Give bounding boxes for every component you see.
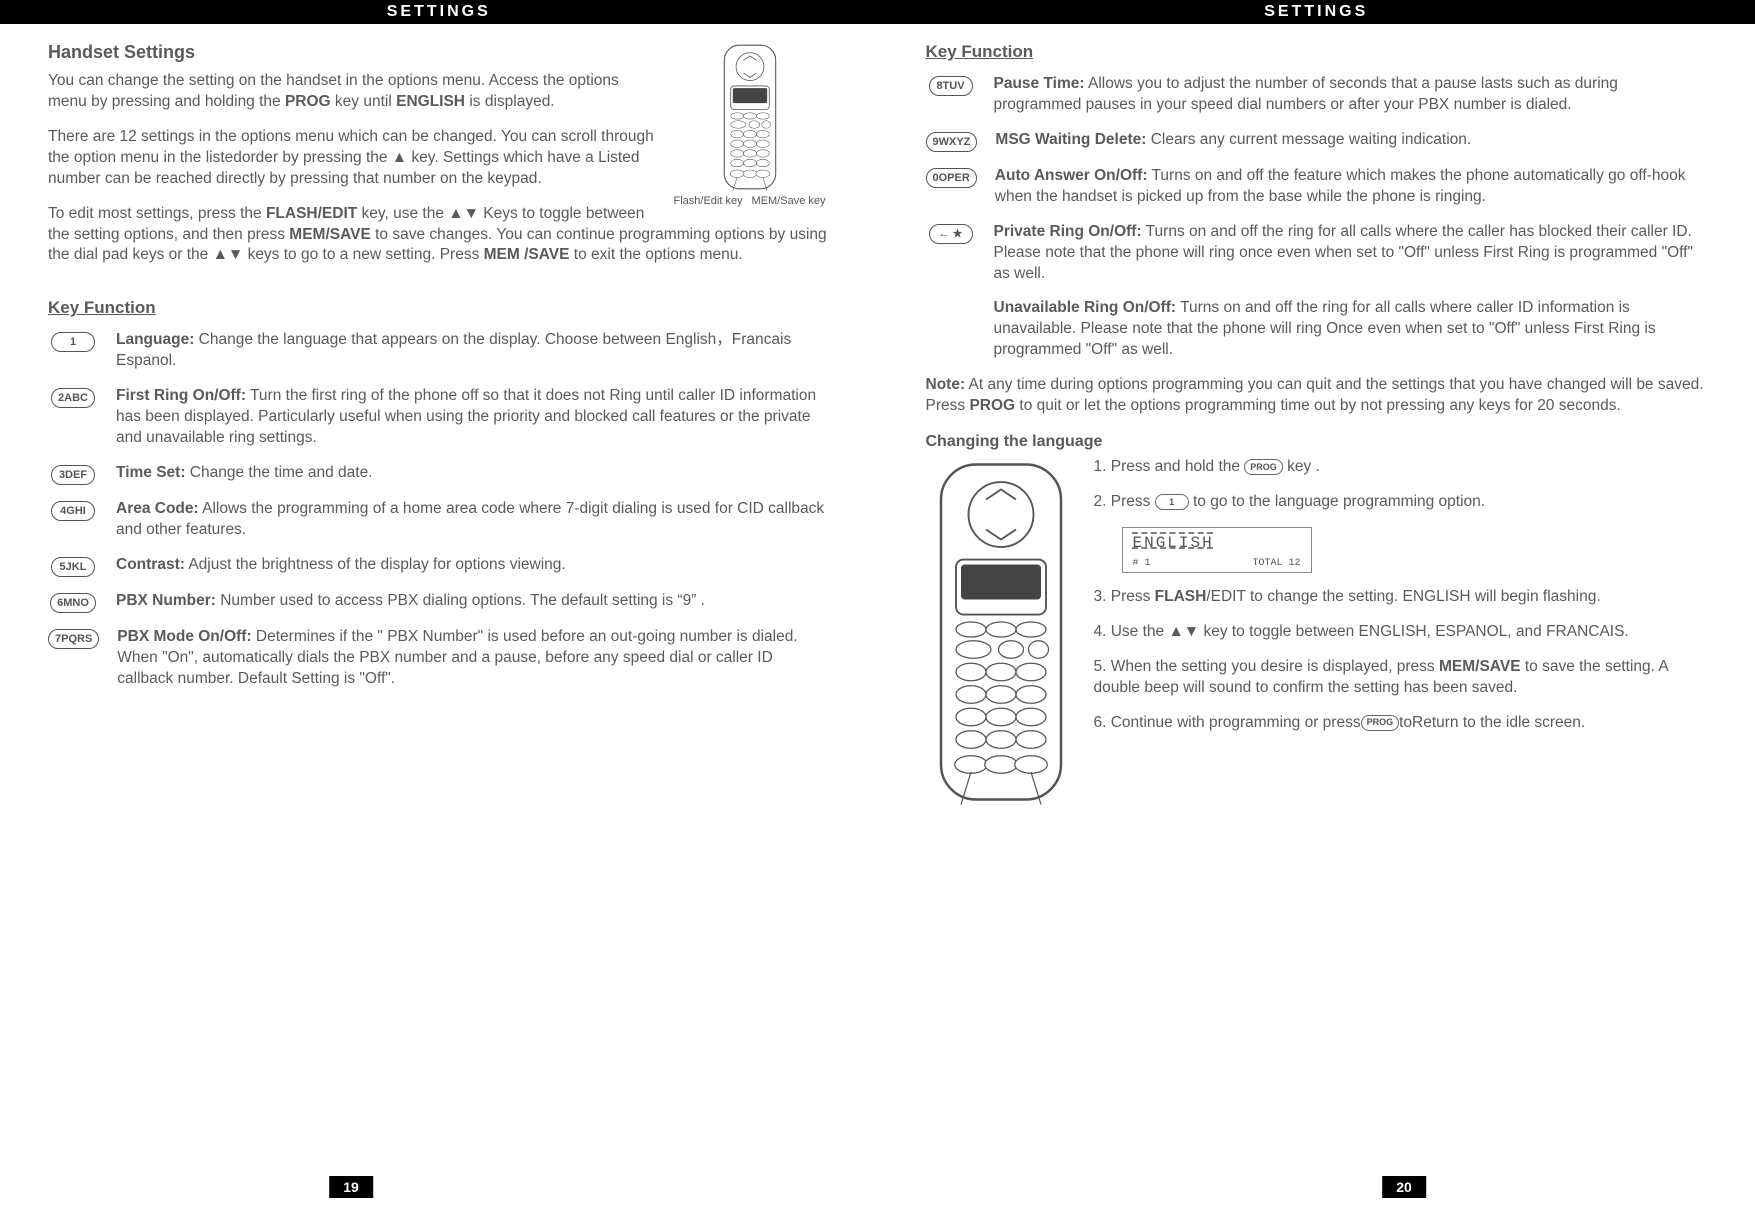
handset-illustration-left: Flash/Edit key MEM/Save key xyxy=(670,42,830,207)
key-item-1: 1 Language: Change the language that app… xyxy=(48,330,830,372)
page-20: SETTINGS Key Function 8TUV Pause Time: A… xyxy=(878,0,1755,1218)
key-function-heading-right: Key Function xyxy=(926,42,1708,62)
key-item-8: 8TUV Pause Time: Allows you to adjust th… xyxy=(926,74,1708,116)
keypad-3-icon: 3DEF xyxy=(51,465,95,485)
step-3: 3. Press FLASH/EDIT to change the settin… xyxy=(1094,587,1708,608)
key-function-heading-left: Key Function xyxy=(48,298,830,318)
keypad-1-inline-icon: 1 xyxy=(1155,494,1189,510)
page-19: SETTINGS Flash/Edit key MEM/Save key Han… xyxy=(0,0,878,1218)
step-6: 6. Continue with programming or pressPRO… xyxy=(1094,713,1708,734)
key-item-3: 3DEF Time Set: Change the time and date. xyxy=(48,463,830,485)
key-item-5: 5JKL Contrast: Adjust the brightness of … xyxy=(48,555,830,577)
handset-display-mock: ENGLISH # 1TOTAL 12 xyxy=(1122,527,1312,573)
key-item-6: 6MNO PBX Number: Number used to access P… xyxy=(48,591,830,613)
keypad-star-icon: ← ★ xyxy=(929,224,973,244)
key-item-unavail: Unavailable Ring On/Off: Turns on and of… xyxy=(926,298,1708,361)
key-item-4: 4GHI Area Code: Allows the programming o… xyxy=(48,499,830,541)
manual-spread: SETTINGS Flash/Edit key MEM/Save key Han… xyxy=(0,0,1755,1218)
key-item-7: 7PQRS PBX Mode On/Off: Determines if the… xyxy=(48,627,830,690)
key-function-list-right: 8TUV Pause Time: Allows you to adjust th… xyxy=(926,74,1708,361)
keypad-4-icon: 4GHI xyxy=(51,501,95,521)
header-bar-right: SETTINGS xyxy=(878,0,1755,24)
keypad-0-icon: 0OPER xyxy=(926,168,977,188)
mem-save-key-label: MEM/Save key xyxy=(752,195,826,207)
step-5: 5. When the setting you desire is displa… xyxy=(1094,657,1708,699)
keypad-5-icon: 5JKL xyxy=(51,557,95,577)
keypad-6-icon: 6MNO xyxy=(50,593,96,613)
key-item-2: 2ABC First Ring On/Off: Turn the first r… xyxy=(48,386,830,449)
key-item-9: 9WXYZ MSG Waiting Delete: Clears any cur… xyxy=(926,130,1708,152)
key-function-list-left: 1 Language: Change the language that app… xyxy=(48,330,830,689)
keypad-2-icon: 2ABC xyxy=(51,388,95,408)
step-2: 2. Press 1 to go to the language program… xyxy=(1094,492,1708,513)
language-steps: 1. Press and hold the PROG key . 2. Pres… xyxy=(1094,457,1708,747)
prog-key-icon-2: PROG xyxy=(1361,715,1400,731)
key-item-0: 0OPER Auto Answer On/Off: Turns on and o… xyxy=(926,166,1708,208)
key-item-star: ← ★ Private Ring On/Off: Turns on and of… xyxy=(926,222,1708,285)
keypad-8-icon: 8TUV xyxy=(929,76,973,96)
changing-language-heading: Changing the language xyxy=(926,433,1708,451)
intro-paragraph-3: To edit most settings, press the FLASH/E… xyxy=(48,204,830,267)
handset-illustration-right xyxy=(926,457,1076,812)
step-4: 4. Use the ▲▼ key to toggle between ENGL… xyxy=(1094,622,1708,643)
keypad-1-icon: 1 xyxy=(51,332,95,352)
page-number-19: 19 xyxy=(329,1176,373,1198)
keypad-7-icon: 7PQRS xyxy=(48,629,99,649)
page-number-20: 20 xyxy=(1382,1176,1426,1198)
step-1: 1. Press and hold the PROG key . xyxy=(1094,457,1708,478)
prog-key-icon: PROG xyxy=(1244,459,1283,475)
note-paragraph: Note: At any time during options program… xyxy=(926,375,1708,417)
flash-edit-key-label: Flash/Edit key xyxy=(674,195,743,207)
header-bar-left: SETTINGS xyxy=(0,0,878,24)
keypad-9-icon: 9WXYZ xyxy=(926,132,978,152)
